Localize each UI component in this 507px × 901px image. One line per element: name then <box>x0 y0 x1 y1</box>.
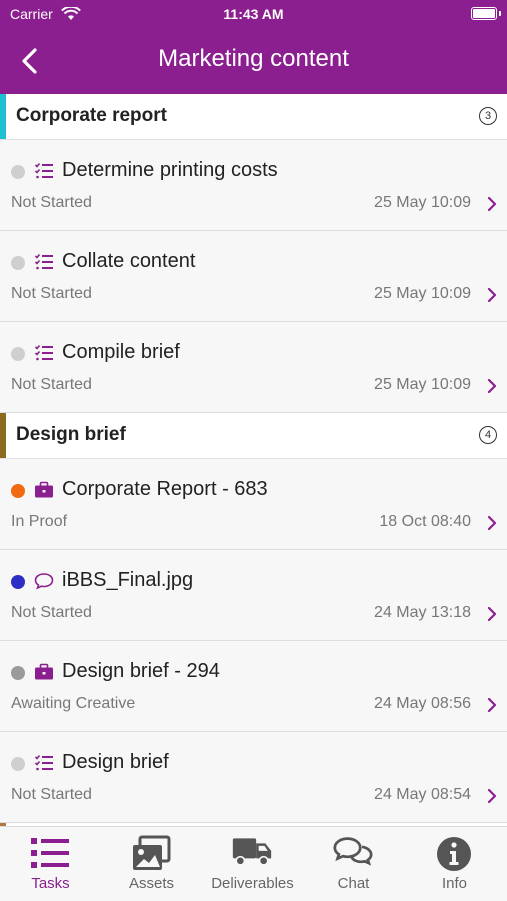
task-name: Corporate Report - 683 <box>62 478 268 500</box>
task-row[interactable]: Collate content Not Started 25 May 10:09 <box>0 231 507 322</box>
tab-bar: Tasks Assets Deliverables Chat Info <box>0 826 507 901</box>
section-title: Design brief <box>16 424 126 445</box>
task-name: Design brief <box>62 751 169 773</box>
task-status: Not Started <box>11 786 92 803</box>
status-dot <box>11 575 25 589</box>
nav-bar: Marketing content <box>0 28 507 94</box>
page-title: Marketing content <box>158 45 349 72</box>
task-row[interactable]: Determine printing costs Not Started 25 Ma… <box>0 140 507 231</box>
status-dot <box>11 347 25 361</box>
briefcase-icon <box>34 480 54 500</box>
task-list: Corporate report 3 Determine printing cost… <box>0 94 507 826</box>
section-header[interactable]: Design brief 4 <box>0 413 507 459</box>
battery-icon <box>471 7 497 20</box>
task-status: In Proof <box>11 513 68 530</box>
status-bar: Carrier 11:43 AM <box>0 0 507 28</box>
task-date: 24 May 08:56 <box>374 695 471 712</box>
list-icon <box>30 835 70 873</box>
task-date: 25 May 10:09 <box>374 376 471 393</box>
images-icon <box>131 835 171 873</box>
tab-chat[interactable]: Chat <box>303 827 404 901</box>
status-dot <box>11 484 25 498</box>
task-name: Compile brief <box>62 341 180 363</box>
tab-assets[interactable]: Assets <box>101 827 202 901</box>
checklist-icon <box>34 753 54 773</box>
task-row[interactable]: Design brief Not Started 24 May 08:54 <box>0 732 507 823</box>
chevron-right-icon <box>487 788 497 804</box>
status-dot <box>11 256 25 270</box>
task-status: Awaiting Creative <box>11 695 136 712</box>
section-count-badge: 3 <box>479 107 497 125</box>
task-row[interactable]: Design brief - 294 Awaiting Creative 24 Ma… <box>0 641 507 732</box>
truck-icon <box>232 835 272 873</box>
tab-deliverables[interactable]: Deliverables <box>202 827 303 901</box>
task-status: Not Started <box>11 194 92 211</box>
section-title: Corporate report <box>16 105 167 126</box>
checklist-icon <box>34 343 54 363</box>
status-dot <box>11 666 25 680</box>
task-row[interactable]: iBBS_Final.jpg Not Started 24 May 13:18 <box>0 550 507 641</box>
task-date: 25 May 10:09 <box>374 194 471 211</box>
tab-label: Tasks <box>31 875 70 892</box>
task-row[interactable]: Compile brief Not Started 25 May 10:09 <box>0 322 507 413</box>
task-name: Determine printing costs <box>62 159 278 181</box>
section-count-badge: 4 <box>479 426 497 444</box>
chevron-right-icon <box>487 378 497 394</box>
battery-nub <box>499 11 501 16</box>
task-date: 18 Oct 08:40 <box>379 513 471 530</box>
comment-icon <box>34 571 54 591</box>
task-name: iBBS_Final.jpg <box>62 569 194 591</box>
info-icon <box>434 835 474 873</box>
chat-bubbles-icon <box>333 835 373 873</box>
checklist-icon <box>34 252 54 272</box>
tab-label: Assets <box>128 875 174 892</box>
chevron-right-icon <box>487 287 497 303</box>
section-accent-bar <box>0 94 6 139</box>
task-date: 25 May 10:09 <box>374 285 471 302</box>
chevron-right-icon <box>487 515 497 531</box>
task-date: 24 May 13:18 <box>374 604 471 621</box>
section-header[interactable]: Corporate report 3 <box>0 94 507 140</box>
chevron-right-icon <box>487 697 497 713</box>
tab-label: Chat <box>337 875 370 892</box>
chevron-right-icon <box>487 196 497 212</box>
task-date: 24 May 08:54 <box>374 786 471 803</box>
tab-label: Deliverables <box>211 875 294 892</box>
tab-info[interactable]: Info <box>404 827 505 901</box>
checklist-icon <box>34 161 54 181</box>
task-status: Not Started <box>11 376 92 393</box>
task-status: Not Started <box>11 604 92 621</box>
clock: 11:43 AM <box>223 6 284 22</box>
task-row[interactable]: Corporate Report - 683 In Proof 18 Oct 08:… <box>0 459 507 550</box>
chevron-right-icon <box>487 606 497 622</box>
task-name: Collate content <box>62 250 196 272</box>
status-dot <box>11 165 25 179</box>
section-accent-bar <box>0 413 6 458</box>
tab-tasks[interactable]: Tasks <box>0 827 101 901</box>
briefcase-icon <box>34 662 54 682</box>
task-status: Not Started <box>11 285 92 302</box>
tab-label: Info <box>441 875 468 892</box>
status-dot <box>11 757 25 771</box>
task-name: Design brief - 294 <box>62 660 220 682</box>
